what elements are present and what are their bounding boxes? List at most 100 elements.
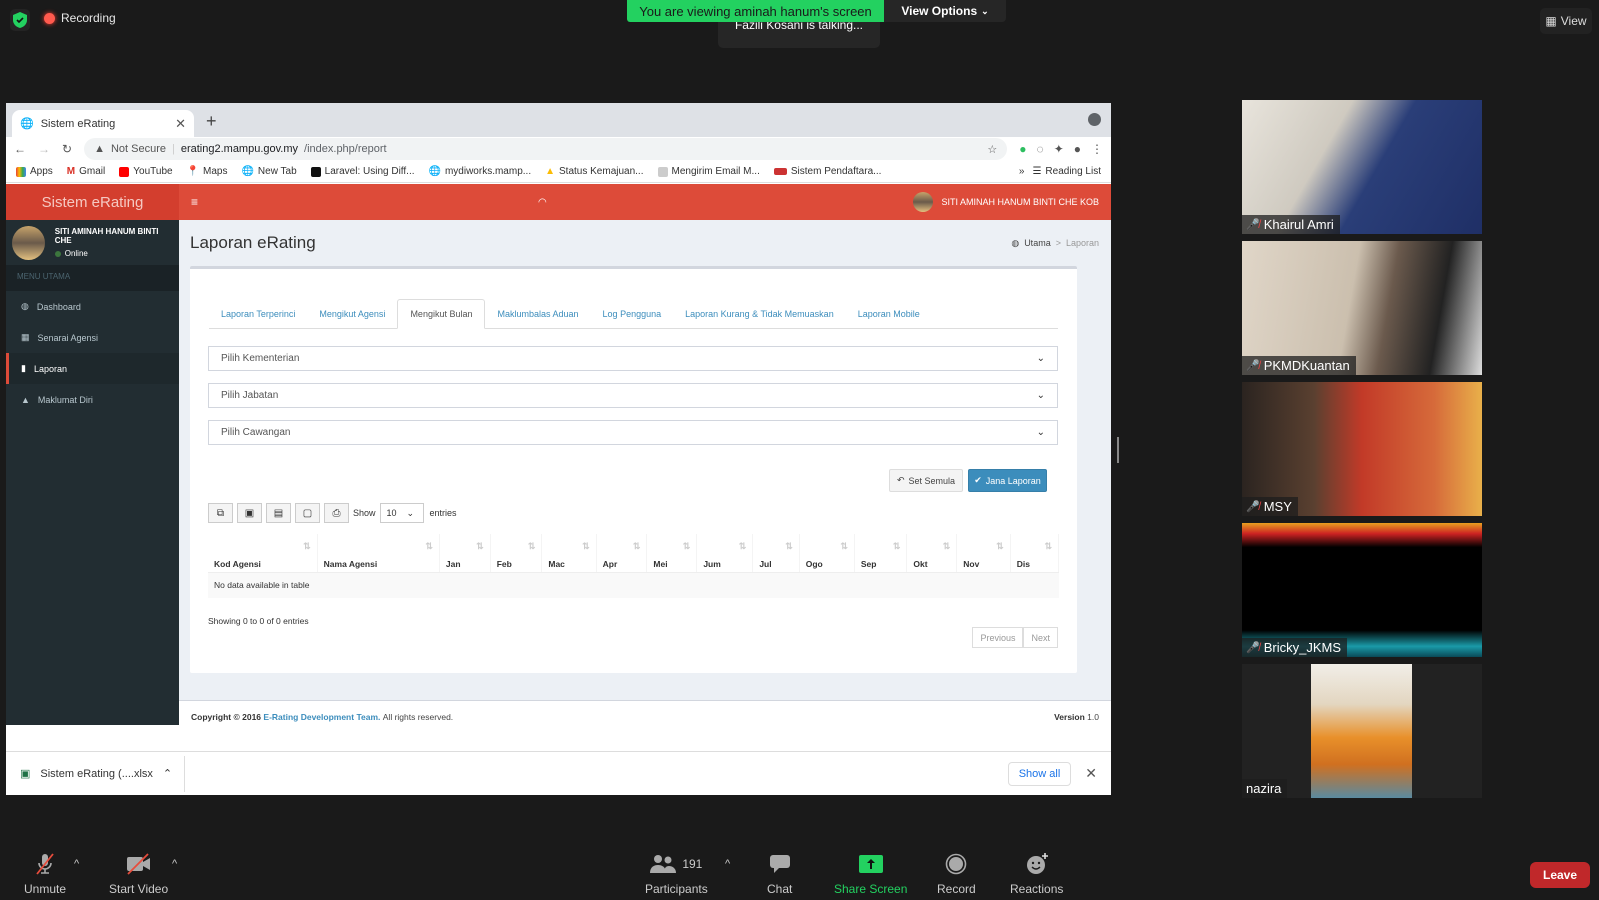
tab-maklumbalas-aduan[interactable]: Maklumbalas Aduan (485, 299, 590, 329)
tab-laporan-kurang[interactable]: Laporan Kurang & Tidak Memuaskan (673, 299, 846, 329)
column-header[interactable]: Ogo ⇅ (799, 534, 855, 573)
puzzle-extensions-icon[interactable]: ✦ (1054, 142, 1064, 156)
sidebar-item-laporan[interactable]: ▮ Laporan (6, 353, 179, 384)
bookmark-mydiworks[interactable]: 🌐 mydiworks.mamp... (429, 166, 532, 177)
reload-icon[interactable]: ↻ (62, 142, 72, 156)
column-header[interactable]: Mac ⇅ (541, 534, 597, 573)
security-shield-icon[interactable] (10, 9, 30, 31)
url-path: /index.php/report (304, 143, 387, 155)
user-menu[interactable]: SITI AMINAH HANUM BINTI CHE KOB (913, 192, 1099, 212)
report-box: Laporan Terperinci Mengikut Agensi Mengi… (190, 266, 1077, 673)
column-header[interactable]: Kod Agensi ⇅ (208, 534, 318, 573)
participant-video[interactable]: 🎤̸ MSY (1242, 382, 1482, 516)
participants-button[interactable]: 191 Participants (645, 852, 708, 896)
resize-splitter[interactable] (1117, 437, 1119, 463)
close-tab-icon[interactable]: ✕ (175, 116, 186, 132)
browser-tab[interactable]: 🌐 Sistem eRating ✕ (12, 110, 194, 137)
dashboard-icon: ◍ (1011, 238, 1020, 248)
download-item[interactable]: ▣ Sistem eRating (....xlsx ⌃ (20, 755, 186, 792)
more-bookmarks-icon[interactable]: » (1019, 166, 1025, 177)
column-header[interactable]: Feb ⇅ (490, 534, 543, 573)
cawangan-select[interactable]: Pilih Cawangan ⌄ (208, 420, 1058, 445)
column-header[interactable]: Okt ⇅ (906, 534, 958, 573)
column-header[interactable]: Jum ⇅ (696, 534, 754, 573)
bookmark-apps[interactable]: Apps (16, 166, 53, 177)
menu-kebab-icon[interactable]: ⋮ (1091, 142, 1103, 156)
sidebar-item-dashboard[interactable]: ◍ Dashboard (6, 291, 179, 322)
share-screen-button[interactable]: Share Screen (834, 852, 907, 896)
bookmark-new-tab[interactable]: 🌐 New Tab (241, 166, 296, 177)
close-download-bar-icon[interactable]: ✕ (1085, 765, 1097, 782)
view-layout-button[interactable]: ▦ View (1540, 8, 1592, 34)
jabatan-select[interactable]: Pilih Jabatan ⌄ (208, 383, 1058, 408)
tab-log-pengguna[interactable]: Log Pengguna (591, 299, 674, 329)
reactions-button[interactable]: Reactions (1010, 852, 1063, 896)
kementerian-select[interactable]: Pilih Kementerian ⌄ (208, 346, 1058, 371)
print-icon[interactable]: ⎙ (324, 503, 349, 523)
online-dot-icon (54, 250, 61, 257)
column-header[interactable]: Apr ⇅ (596, 534, 648, 573)
record-button[interactable]: Record (937, 852, 976, 896)
bookmark-status-kemajuan[interactable]: ▲ Status Kemajuan... (545, 166, 643, 177)
next-button[interactable]: Next (1023, 627, 1058, 648)
sidebar-item-senarai-agensi[interactable]: ▦ Senarai Agensi (6, 322, 179, 353)
extension-icon[interactable]: ◌ (1037, 142, 1044, 156)
column-header-label: Nov (963, 558, 980, 569)
bookmark-star-icon[interactable]: ☆ (987, 143, 997, 156)
profile-icon[interactable]: ● (1074, 142, 1081, 156)
view-options-button[interactable]: View Options ⌄ (884, 0, 1006, 22)
bookmark-gmail[interactable]: M Gmail (67, 166, 105, 177)
video-options-caret-icon[interactable]: ^ (172, 858, 177, 870)
pdf-export-icon[interactable]: ▢ (295, 503, 320, 523)
bookmark-laravel[interactable]: Laravel: Using Diff... (310, 166, 415, 177)
url-field[interactable]: ▲ Not Secure | erating2.mampu.gov.my/ind… (84, 138, 1008, 160)
back-icon[interactable]: ← (14, 142, 26, 156)
evernote-extension-icon[interactable]: ● (1019, 142, 1026, 156)
sidebar-toggle-icon[interactable]: ≡ (191, 195, 198, 209)
bookmark-sistem-pendaftara[interactable]: Sistem Pendaftara... (773, 166, 881, 177)
reading-list-button[interactable]: ☰ Reading List (1032, 166, 1101, 177)
bookmark-mengirim-email[interactable]: Mengirim Email M... (657, 166, 760, 177)
column-header-label: Okt (913, 558, 928, 569)
reset-button[interactable]: ↶ Set Semula (889, 469, 963, 492)
csv-export-icon[interactable]: ▤ (266, 503, 291, 523)
column-header[interactable]: Mei ⇅ (646, 534, 698, 573)
sidebar-item-maklumat-diri[interactable]: ▲ Maklumat Diri (6, 384, 179, 415)
bookmark-maps[interactable]: 📍 Maps (187, 166, 228, 177)
participants-options-caret-icon[interactable]: ^ (725, 858, 730, 870)
excel-export-icon[interactable]: ▣ (237, 503, 262, 523)
new-tab-icon[interactable]: + (206, 111, 217, 132)
column-header[interactable]: Sep ⇅ (854, 534, 908, 573)
recording-indicator[interactable]: Recording (44, 11, 116, 25)
column-header[interactable]: Dis ⇅ (1010, 534, 1060, 573)
show-all-downloads-button[interactable]: Show all (1007, 761, 1072, 786)
audio-options-caret-icon[interactable]: ^ (74, 858, 79, 870)
page-length-select[interactable]: 10 ⌄ (379, 503, 424, 523)
generate-report-button[interactable]: ✔ Jana Laporan (968, 469, 1047, 492)
participant-video[interactable]: 🎤̸ Bricky_JKMS (1242, 523, 1482, 657)
participant-video[interactable]: nazira (1242, 664, 1482, 798)
leave-button[interactable]: Leave (1530, 862, 1590, 888)
app-logo[interactable]: Sistem eRating (6, 184, 179, 220)
column-header[interactable]: Nama Agensi ⇅ (317, 534, 440, 573)
tab-laporan-mobile[interactable]: Laporan Mobile (846, 299, 932, 329)
tab-mengikut-agensi[interactable]: Mengikut Agensi (307, 299, 397, 329)
team-link[interactable]: E-Rating Development Team. (263, 712, 380, 722)
forward-icon[interactable]: → (38, 142, 50, 156)
chevron-up-icon[interactable]: ⌃ (163, 767, 172, 780)
participant-video[interactable]: 🎤̸ PKMDKuantan (1242, 241, 1482, 375)
chat-button[interactable]: Chat (767, 852, 792, 896)
tab-mengikut-bulan[interactable]: Mengikut Bulan (397, 299, 486, 329)
tab-search-icon[interactable] (1088, 113, 1101, 126)
column-header[interactable]: Jul ⇅ (752, 534, 800, 573)
column-header[interactable]: Jan ⇅ (439, 534, 491, 573)
tab-laporan-terperinci[interactable]: Laporan Terperinci (209, 299, 307, 329)
unmute-button[interactable]: Unmute (24, 852, 66, 896)
copy-icon[interactable]: ⧉ (208, 503, 233, 523)
previous-button[interactable]: Previous (972, 627, 1024, 648)
start-video-button[interactable]: Start Video (109, 852, 168, 896)
participant-video[interactable]: 🎤̸ Khairul Amri (1242, 100, 1482, 234)
bookmark-youtube[interactable]: YouTube (119, 166, 173, 177)
column-header[interactable]: Nov ⇅ (956, 534, 1011, 573)
breadcrumb-home[interactable]: Utama (1024, 238, 1051, 249)
